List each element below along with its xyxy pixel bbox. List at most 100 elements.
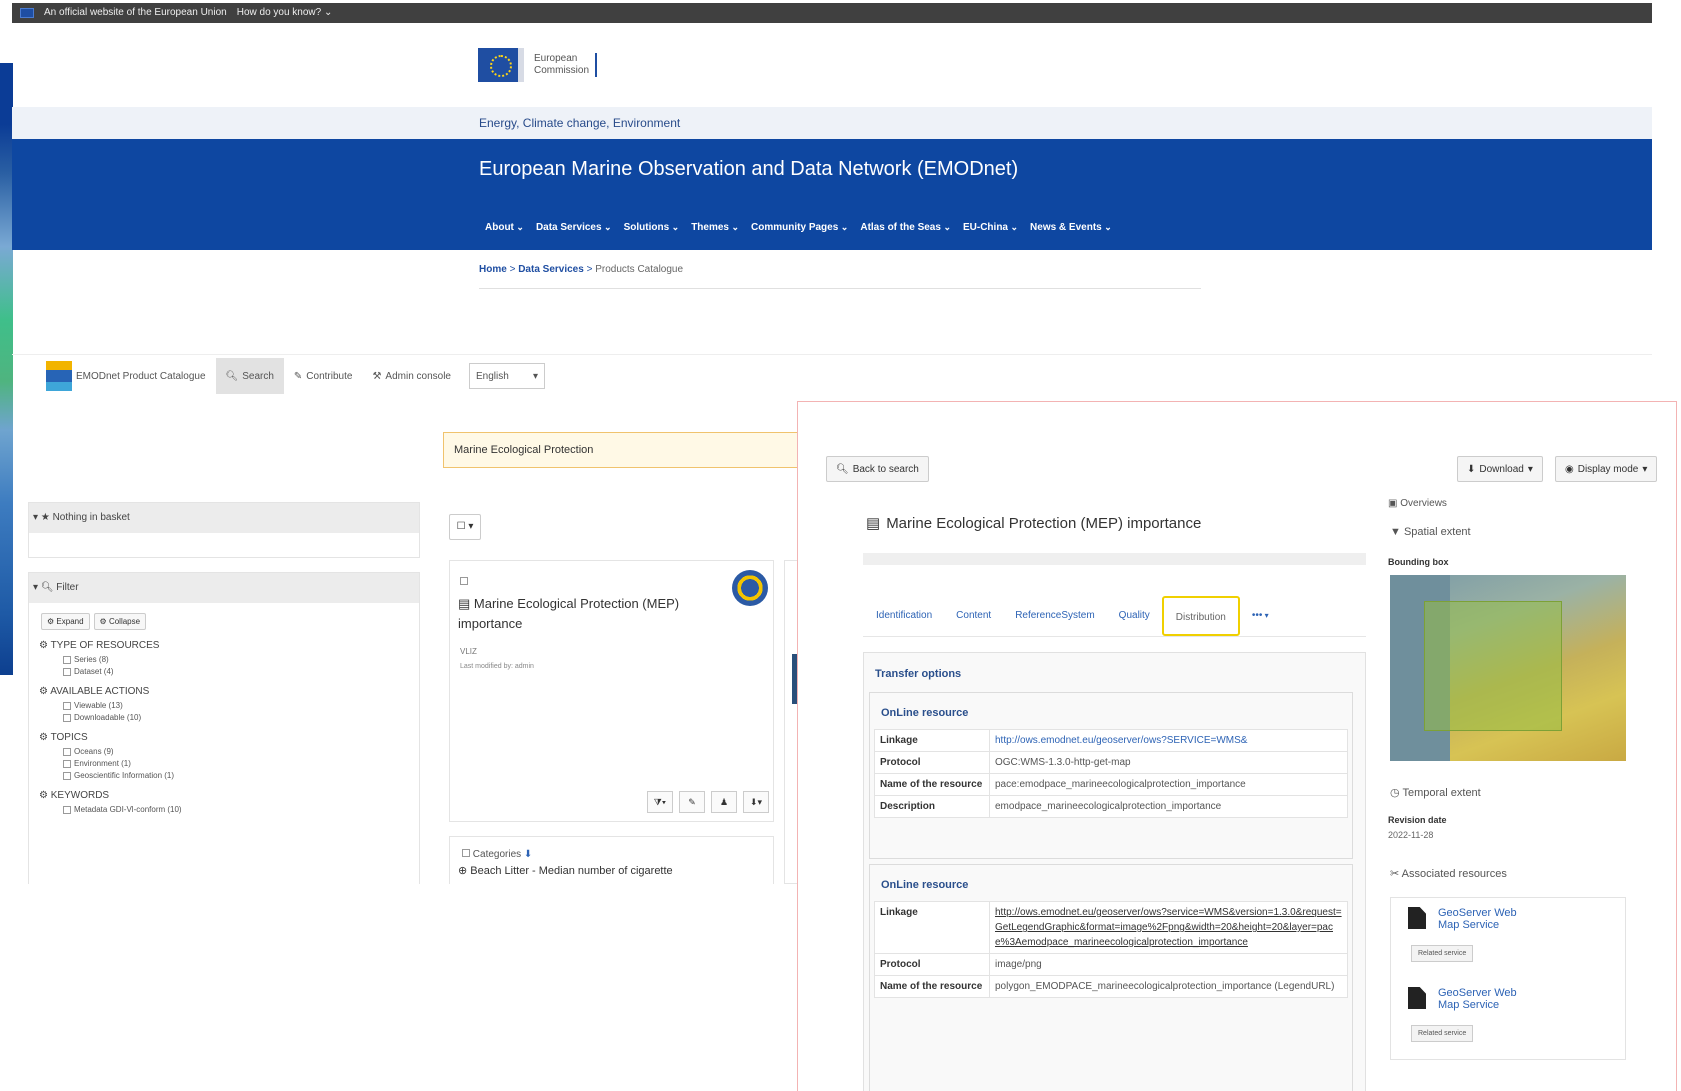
checkbox[interactable] bbox=[63, 701, 71, 710]
how-do-you-know-link[interactable]: How do you know? ⌄ bbox=[237, 3, 333, 23]
result-card[interactable]: Categories ⬇ ⊕ Beach Litter - Median num… bbox=[449, 836, 774, 884]
back-to-search-button[interactable]: 🔍︎ Back to search bbox=[826, 456, 929, 482]
facet-option[interactable]: Metadata GDI-Vl-conform (10) bbox=[63, 805, 419, 814]
bounding-box-map[interactable] bbox=[1390, 575, 1626, 761]
checkbox[interactable] bbox=[63, 759, 71, 768]
site-title[interactable]: European Marine Observation and Data Net… bbox=[479, 158, 1018, 181]
edit-icon[interactable]: ✎ bbox=[679, 791, 705, 813]
facet-option[interactable]: Downloadable (10) bbox=[63, 713, 419, 722]
tab-reference-system[interactable]: ReferenceSystem bbox=[1003, 596, 1106, 636]
nav-themes[interactable]: Themes bbox=[691, 222, 739, 233]
search-input[interactable] bbox=[443, 432, 823, 468]
row-value: emodpace_marineecologicalprotection_impo… bbox=[989, 795, 1348, 818]
tab-content[interactable]: Content bbox=[944, 596, 1003, 636]
facet-type-of-resources[interactable]: ⚙ TYPE OF RESOURCES bbox=[39, 640, 419, 651]
nav-about[interactable]: About bbox=[485, 222, 524, 233]
tab-identification[interactable]: Identification bbox=[864, 596, 944, 636]
search-icon: ⊕ bbox=[458, 865, 468, 877]
nav-atlas-of-the-seas[interactable]: Atlas of the Seas bbox=[860, 222, 951, 233]
admin-console-menu[interactable]: ⚒ Admin console bbox=[362, 358, 461, 394]
result-checkbox[interactable] bbox=[460, 577, 468, 585]
overviews-link[interactable]: ▣ Overviews bbox=[1388, 498, 1447, 509]
associated-resource-item: GeoServer Web Map Service bbox=[1408, 907, 1538, 931]
checkbox[interactable] bbox=[63, 667, 71, 676]
download-icon[interactable]: ⬇ bbox=[524, 849, 532, 860]
basket-header[interactable]: ▾ ★ Nothing in basket bbox=[29, 503, 419, 533]
topic-link[interactable]: Energy, Climate change, Environment bbox=[479, 116, 680, 130]
basket-label: Nothing in basket bbox=[52, 512, 130, 523]
facet-available-actions[interactable]: ⚙ AVAILABLE ACTIONS bbox=[39, 686, 419, 697]
download-icon[interactable]: ⬇▾ bbox=[743, 791, 769, 813]
temporal-extent-label: Temporal extent bbox=[1402, 787, 1481, 799]
language-select[interactable]: English ▾ bbox=[469, 363, 545, 389]
star-icon: ★ bbox=[40, 512, 50, 523]
select-all-dropdown[interactable]: ☐ ▾ bbox=[449, 514, 481, 540]
checkbox[interactable] bbox=[63, 805, 71, 814]
site-header-band bbox=[12, 139, 1652, 250]
search-icon: 🔍︎ bbox=[40, 582, 54, 593]
online-resource-1: OnLine resource Linkage http://ows.emodne… bbox=[869, 692, 1353, 859]
nav-data-services[interactable]: Data Services bbox=[536, 222, 612, 233]
caret-down-icon: ▾ bbox=[33, 512, 39, 523]
facet-option[interactable]: Environment (1) bbox=[63, 759, 419, 768]
checkbox[interactable] bbox=[63, 655, 71, 664]
linkage-link[interactable]: http://ows.emodnet.eu/geoserver/ows?serv… bbox=[995, 907, 1342, 948]
tab-distribution[interactable]: Distribution bbox=[1161, 596, 1240, 636]
result-title[interactable]: ⊕ Beach Litter - Median number of cigare… bbox=[458, 864, 773, 877]
table-row: Protocol OGC:WMS-1.3.0-http-get-map bbox=[874, 751, 1348, 774]
facet-option[interactable]: Series (8) bbox=[63, 655, 419, 664]
linkage-link[interactable]: http://ows.emodnet.eu/geoserver/ows?SERV… bbox=[995, 735, 1247, 746]
expand-button[interactable]: ⚙ Expand bbox=[41, 613, 90, 630]
eu-official-bar: An official website of the European Unio… bbox=[12, 3, 1652, 23]
search-icon: 🔍︎ bbox=[225, 370, 239, 382]
facet-option-label: Viewable (13) bbox=[74, 701, 123, 710]
search-tab[interactable]: 🔍︎ Search bbox=[215, 358, 284, 394]
filter-dropdown-button[interactable]: ⧩▾ bbox=[647, 791, 673, 813]
associated-resource-link[interactable]: GeoServer Web Map Service bbox=[1438, 987, 1538, 1011]
nav-news-events[interactable]: News & Events bbox=[1030, 222, 1112, 233]
download-button[interactable]: ⬇ Download ▾ bbox=[1457, 456, 1543, 482]
associated-resource-link[interactable]: GeoServer Web Map Service bbox=[1438, 907, 1538, 931]
result-title-text: Beach Litter - Median number of cigarett… bbox=[470, 865, 673, 877]
contribute-menu[interactable]: ✎ Contribute bbox=[284, 358, 363, 394]
nav-community-pages[interactable]: Community Pages bbox=[751, 222, 848, 233]
breadcrumb-home[interactable]: Home bbox=[479, 264, 507, 275]
record-title-text: Marine Ecological Protection (MEP) impor… bbox=[886, 514, 1202, 532]
table-row: Name of the resource polygon_EMODPACE_mar… bbox=[874, 975, 1348, 998]
facet-option[interactable]: Oceans (9) bbox=[63, 747, 419, 756]
facet-topics[interactable]: ⚙ TOPICS bbox=[39, 732, 419, 743]
user-icon[interactable]: ♟ bbox=[711, 791, 737, 813]
download-label: Download bbox=[1479, 463, 1524, 475]
nav-eu-china[interactable]: EU-China bbox=[963, 222, 1018, 233]
display-mode-button[interactable]: ◉ Display mode ▾ bbox=[1555, 456, 1658, 482]
result-card-peek[interactable] bbox=[784, 560, 798, 884]
facet-option[interactable]: Viewable (13) bbox=[63, 701, 419, 710]
breadcrumb-separator: > bbox=[583, 264, 596, 275]
main-nav: About Data Services Solutions Themes Com… bbox=[485, 222, 1112, 233]
ec-logo[interactable]: European Commission bbox=[478, 40, 623, 90]
clock-icon: ◷ bbox=[1390, 787, 1400, 799]
facet-option[interactable]: Dataset (4) bbox=[63, 667, 419, 676]
nav-solutions[interactable]: Solutions bbox=[624, 222, 680, 233]
related-service-button[interactable]: Related service bbox=[1411, 1025, 1474, 1042]
document-icon bbox=[1408, 907, 1426, 929]
checkbox[interactable] bbox=[63, 771, 71, 780]
checkbox[interactable] bbox=[63, 747, 71, 756]
tab-quality[interactable]: Quality bbox=[1107, 596, 1162, 636]
breadcrumb-data-services[interactable]: Data Services bbox=[518, 264, 584, 275]
tab-more[interactable]: ••• bbox=[1240, 596, 1281, 636]
facet-option[interactable]: Geoscientific Information (1) bbox=[63, 771, 419, 780]
chevron-down-icon: ▾ bbox=[1642, 463, 1648, 475]
checkbox[interactable] bbox=[63, 713, 71, 722]
resource-table: Linkage http://ows.emodnet.eu/geoserver/o… bbox=[874, 901, 1348, 998]
result-title[interactable]: ▤ Marine Ecological Protection (MEP) imp… bbox=[458, 594, 688, 634]
resource-table: Linkage http://ows.emodnet.eu/geoserver/o… bbox=[874, 729, 1348, 818]
collapse-button[interactable]: ⚙ Collapse bbox=[93, 613, 147, 630]
related-service-button[interactable]: Related service bbox=[1411, 945, 1474, 962]
eu-flag-icon bbox=[20, 8, 34, 18]
result-checkbox[interactable] bbox=[462, 849, 470, 857]
facet-keywords[interactable]: ⚙ KEYWORDS bbox=[39, 790, 419, 801]
divider bbox=[12, 354, 1652, 355]
catalog-brand[interactable]: EMODnet Product Catalogue bbox=[36, 358, 216, 394]
filter-header[interactable]: ▾ 🔍︎ Filter bbox=[29, 573, 419, 603]
